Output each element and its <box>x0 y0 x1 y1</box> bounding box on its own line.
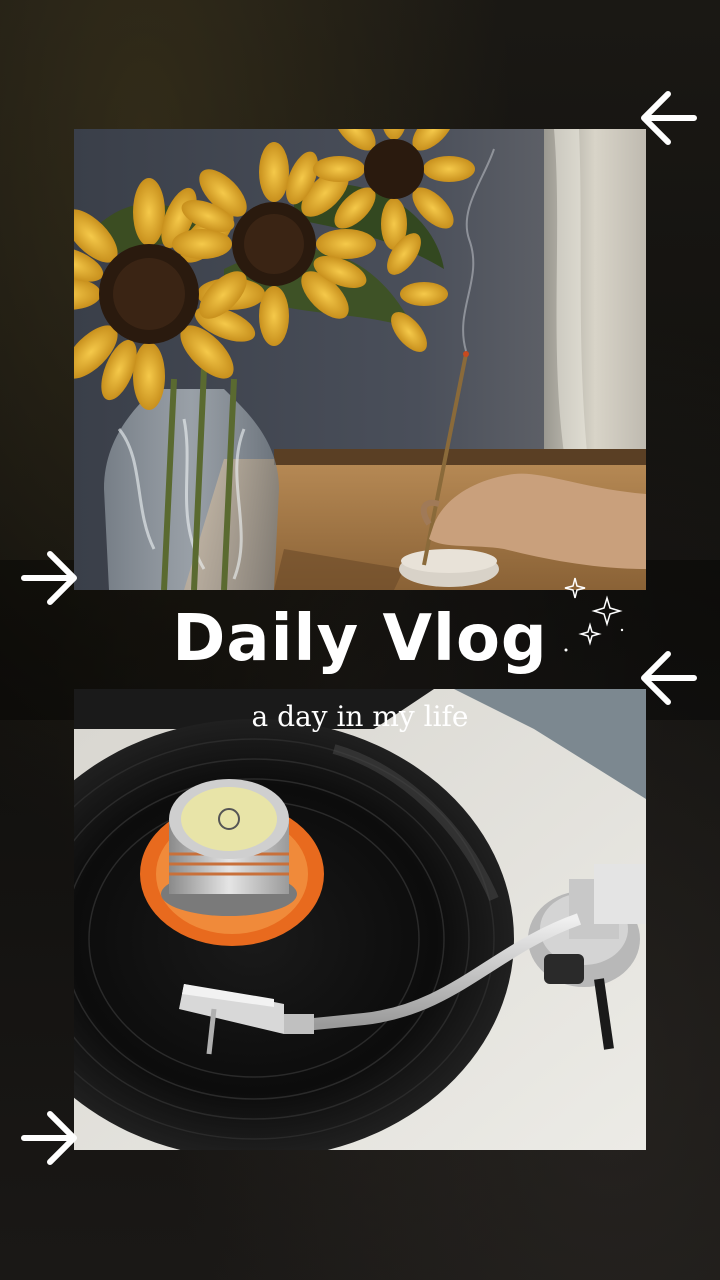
sunflower-photo <box>74 129 646 590</box>
arrow-left-icon <box>641 91 697 145</box>
vlog-subtitle: a day in my life <box>251 700 469 733</box>
turntable-photo-image <box>74 689 646 1150</box>
vlog-title: Daily Vlog <box>172 602 548 676</box>
sparkle-icon <box>564 577 624 652</box>
turntable-photo <box>74 689 646 1150</box>
sunflower-photo-image <box>74 129 646 590</box>
arrow-right-icon <box>21 1111 77 1165</box>
